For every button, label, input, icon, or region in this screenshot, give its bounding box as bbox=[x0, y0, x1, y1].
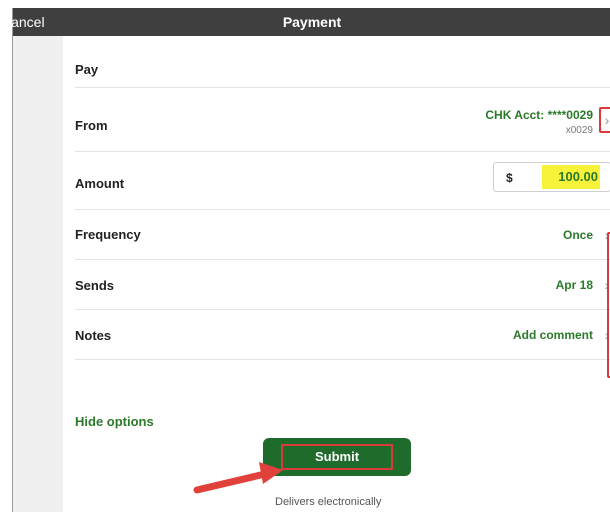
amount-input-value[interactable]: 100.00 bbox=[542, 165, 600, 189]
annotation-highlight-box bbox=[599, 107, 610, 133]
frequency-label: Frequency bbox=[75, 227, 141, 242]
from-account-value: CHK Acct: ****0029 bbox=[485, 108, 593, 122]
amount-row: Amount $ 100.00 bbox=[75, 152, 610, 210]
from-account-short: x0029 bbox=[565, 125, 593, 136]
sends-label: Sends bbox=[75, 278, 115, 293]
annotation-arrow-icon bbox=[193, 462, 283, 494]
currency-symbol: $ bbox=[506, 171, 513, 185]
nav-bar: Cancel Payment bbox=[1, 8, 610, 36]
hide-options-link[interactable]: Hide options bbox=[75, 414, 154, 429]
app-frame: Cancel Payment Pay From CHK Acct: ****00… bbox=[1, 8, 610, 512]
notes-value: Add comment bbox=[512, 328, 593, 342]
submit-button-label: Submit bbox=[281, 444, 393, 470]
sends-value: Apr 18 bbox=[555, 278, 593, 292]
page-title: Payment bbox=[282, 14, 342, 30]
sends-row[interactable]: Sends Apr 18 › bbox=[75, 260, 610, 310]
from-row[interactable]: From CHK Acct: ****0029 x0029 › bbox=[75, 88, 610, 152]
left-margin bbox=[13, 36, 63, 512]
notes-row[interactable]: Notes Add comment › bbox=[75, 310, 610, 360]
amount-field[interactable]: $ 100.00 bbox=[493, 162, 610, 192]
pay-row: Pay bbox=[75, 36, 610, 88]
payment-form: Pay From CHK Acct: ****0029 x0029 › Amou… bbox=[63, 36, 610, 512]
frequency-value: Once bbox=[562, 228, 593, 242]
amount-label: Amount bbox=[75, 176, 125, 191]
from-label: From bbox=[75, 118, 108, 133]
pay-label: Pay bbox=[75, 62, 99, 77]
frequency-row[interactable]: Frequency Once › bbox=[75, 210, 610, 260]
notes-label: Notes bbox=[75, 328, 112, 343]
